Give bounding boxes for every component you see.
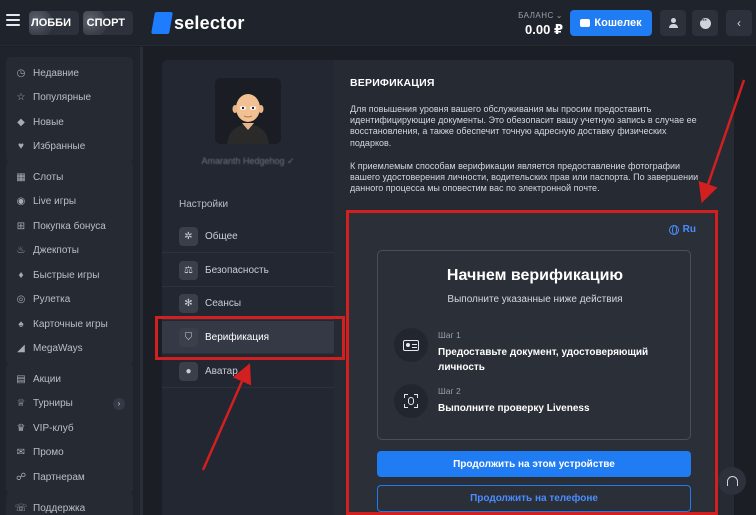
headset-icon (726, 476, 738, 486)
arrow-to-widget (698, 79, 746, 204)
arrow-to-menu (201, 363, 252, 471)
annotation-arrows (201, 79, 746, 471)
help-button[interactable] (718, 467, 746, 495)
